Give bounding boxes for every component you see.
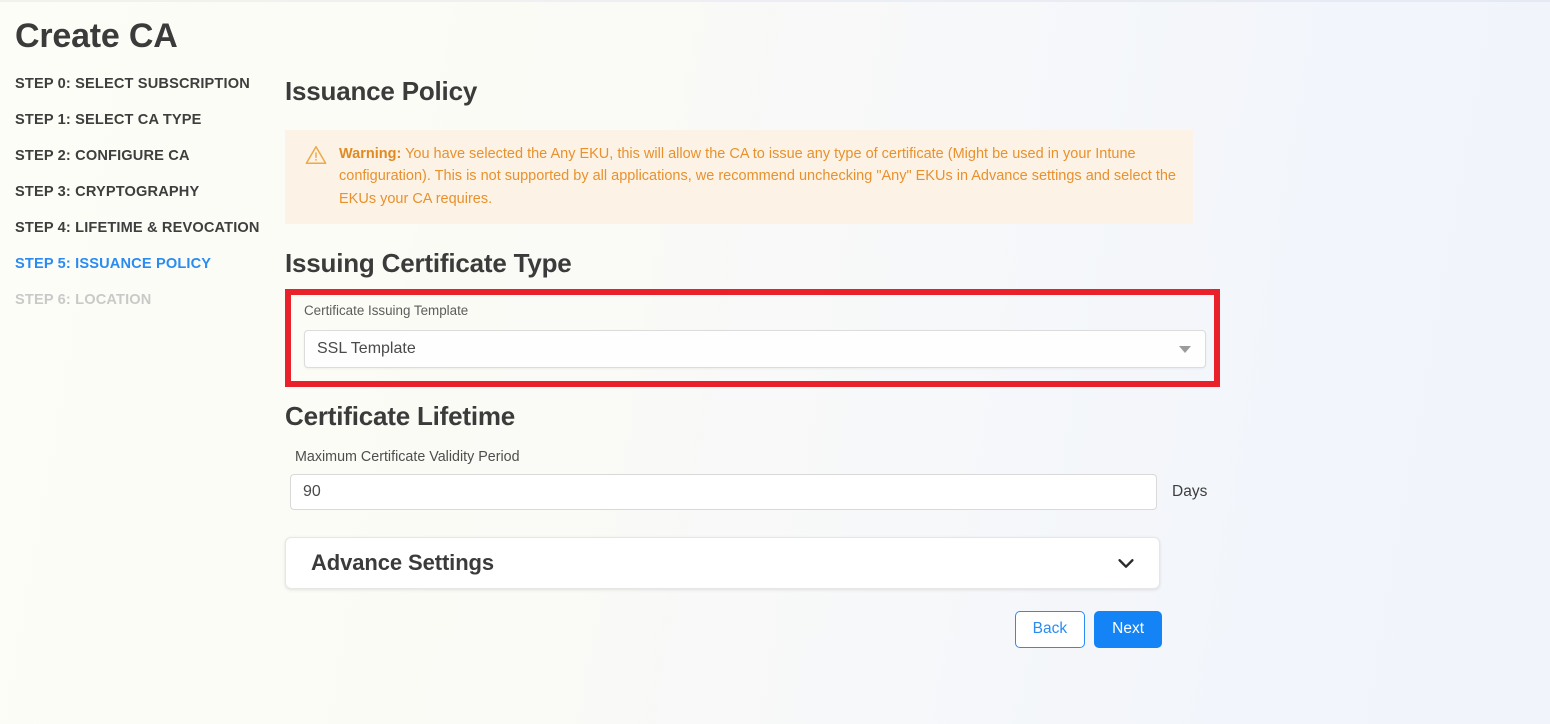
certificate-lifetime-section: Certificate Lifetime Maximum Certificate…: [285, 401, 1215, 511]
wizard-sidebar: Create CA STEP 0: SELECT SUBSCRIPTION ST…: [0, 0, 270, 328]
warning-triangle-icon: [305, 144, 327, 166]
next-button[interactable]: Next: [1094, 611, 1162, 648]
advance-settings-title: Advance Settings: [311, 550, 495, 576]
warning-label: Warning:: [339, 146, 402, 162]
section-heading-issuance-policy: Issuance Policy: [285, 76, 478, 106]
chevron-down-icon[interactable]: [1179, 346, 1191, 354]
back-button[interactable]: Back: [1014, 611, 1086, 648]
validity-period-row: Days: [290, 474, 1215, 511]
sidebar-item-step-5[interactable]: STEP 5: ISSUANCE POLICY: [15, 256, 270, 272]
wizard-button-row: Back Next: [285, 611, 1162, 648]
main-content: Issuance Policy Warning: You have select…: [285, 0, 1220, 648]
advance-settings-panel[interactable]: Advance Settings: [285, 537, 1160, 590]
section-heading-certificate-lifetime: Certificate Lifetime: [285, 401, 516, 432]
maximum-validity-period-label: Maximum Certificate Validity Period: [295, 449, 520, 466]
sidebar-item-step-0[interactable]: STEP 0: SELECT SUBSCRIPTION: [15, 76, 270, 92]
warning-alert-text: Warning: You have selected the Any EKU, …: [339, 143, 1179, 210]
certificate-issuing-template-label: Certificate Issuing Template: [304, 303, 469, 319]
certificate-issuing-template-select[interactable]: SSL Template: [304, 330, 1206, 369]
chevron-down-icon[interactable]: [1115, 552, 1137, 574]
days-unit-label: Days: [1172, 483, 1208, 501]
issuing-certificate-type-section: Issuing Certificate Type Certificate Iss…: [285, 248, 1220, 388]
sidebar-item-step-4[interactable]: STEP 4: LIFETIME & REVOCATION: [15, 220, 270, 236]
sidebar-item-step-1[interactable]: STEP 1: SELECT CA TYPE: [15, 112, 270, 128]
validity-period-input[interactable]: [290, 474, 1157, 511]
page-title: Create CA: [15, 17, 178, 55]
warning-body: You have selected the Any EKU, this will…: [339, 146, 1176, 207]
certificate-issuing-template-value: SSL Template: [317, 340, 416, 358]
section-heading-issuing-certificate-type: Issuing Certificate Type: [285, 248, 572, 279]
sidebar-item-step-2[interactable]: STEP 2: CONFIGURE CA: [15, 148, 270, 164]
highlight-box-certificate-template: Certificate Issuing Template SSL Templat…: [285, 289, 1220, 388]
sidebar-item-step-6: STEP 6: LOCATION: [15, 292, 152, 309]
warning-alert: Warning: You have selected the Any EKU, …: [285, 130, 1193, 225]
sidebar-item-step-3[interactable]: STEP 3: CRYPTOGRAPHY: [15, 184, 270, 200]
